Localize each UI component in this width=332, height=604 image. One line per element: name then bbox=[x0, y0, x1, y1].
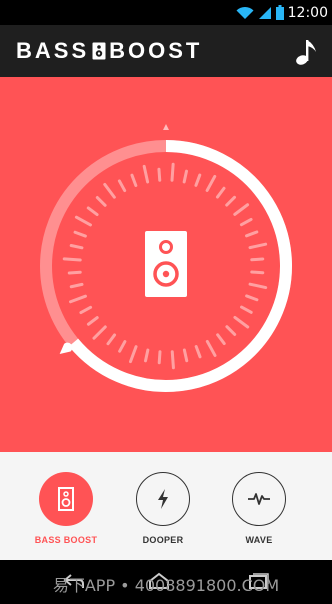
status-icons: 12:00 bbox=[236, 3, 328, 22]
wifi-icon bbox=[236, 6, 254, 19]
signal-icon bbox=[258, 6, 271, 19]
dial-tick bbox=[182, 169, 188, 184]
dial-tick bbox=[117, 179, 127, 193]
app-bar: BASS BOOST bbox=[0, 25, 332, 77]
mode-bass-boost[interactable]: BASS BOOST bbox=[31, 472, 101, 545]
dial-tick bbox=[225, 195, 236, 207]
dial-tick bbox=[130, 173, 138, 187]
app-title: BASS BOOST bbox=[16, 38, 202, 64]
dial-tick bbox=[157, 350, 162, 365]
dial-tick bbox=[103, 182, 116, 199]
dial-tick bbox=[225, 325, 237, 336]
dial-tick bbox=[182, 348, 189, 363]
dial-tick bbox=[92, 325, 107, 340]
dial-tick bbox=[215, 186, 226, 199]
dial-tick bbox=[67, 270, 82, 275]
dial-tick bbox=[170, 350, 175, 370]
mode-wave-button[interactable] bbox=[232, 472, 286, 526]
mode-dooper-button[interactable] bbox=[136, 472, 190, 526]
center-speaker-icon bbox=[145, 231, 187, 297]
mode-label: DOOPER bbox=[142, 535, 184, 545]
speaker-logo-icon bbox=[92, 42, 106, 60]
speaker-icon bbox=[58, 487, 74, 511]
dial-tick bbox=[205, 339, 217, 357]
lightning-icon bbox=[158, 489, 168, 509]
dial-tick bbox=[86, 206, 99, 217]
dial-tick bbox=[69, 244, 84, 250]
dial-tick bbox=[144, 348, 150, 363]
status-bar: 12:00 bbox=[0, 0, 332, 25]
dial-tick bbox=[74, 215, 92, 227]
dial-tick bbox=[240, 305, 253, 314]
dial-tick bbox=[106, 333, 117, 346]
dial-tick bbox=[248, 282, 268, 290]
dial-tick bbox=[118, 340, 127, 353]
watermark: 易下APP • 4008891800.COM bbox=[52, 576, 280, 595]
dial-tick bbox=[194, 173, 202, 187]
dial-tick bbox=[245, 294, 259, 302]
dial-tick bbox=[95, 196, 107, 207]
dial-tick bbox=[216, 333, 226, 346]
mode-dooper[interactable]: DOOPER bbox=[128, 472, 198, 545]
boost-panel bbox=[0, 77, 332, 452]
boost-dial[interactable] bbox=[0, 77, 332, 452]
dial-tick bbox=[245, 230, 259, 238]
dial-tick bbox=[205, 174, 217, 192]
dial-tick bbox=[250, 257, 265, 262]
dial-tick bbox=[142, 164, 150, 184]
app-title-right: BOOST bbox=[109, 38, 203, 63]
dial-tick bbox=[68, 294, 87, 304]
dial-tick bbox=[157, 167, 162, 182]
dial-tick bbox=[233, 203, 250, 216]
mode-label: BASS BOOST bbox=[34, 535, 98, 545]
dial-tick bbox=[233, 315, 250, 329]
battery-icon bbox=[275, 5, 284, 20]
mode-selector: BASS BOOST DOOPER WAVE bbox=[0, 452, 332, 560]
mode-wave[interactable]: WAVE bbox=[224, 472, 294, 545]
pulse-wave-icon bbox=[248, 493, 270, 505]
mode-bass-boost-button[interactable] bbox=[39, 472, 93, 526]
dial-tick bbox=[250, 270, 265, 275]
dial-tick bbox=[86, 316, 99, 326]
status-time: 12:00 bbox=[287, 4, 328, 21]
dial-tick bbox=[79, 305, 93, 315]
dial-tick bbox=[194, 345, 202, 359]
app-title-left: BASS bbox=[16, 38, 90, 63]
dial-start-marker bbox=[163, 124, 169, 130]
mode-label: WAVE bbox=[245, 535, 273, 545]
dial-tick bbox=[69, 282, 84, 289]
dial-tick bbox=[239, 217, 253, 227]
music-note-icon[interactable] bbox=[292, 35, 322, 67]
dial-tick bbox=[128, 345, 138, 364]
dial-tick bbox=[248, 242, 268, 250]
dial-tick bbox=[170, 162, 175, 182]
dial-tick bbox=[73, 230, 87, 238]
dial-tick bbox=[62, 257, 82, 262]
